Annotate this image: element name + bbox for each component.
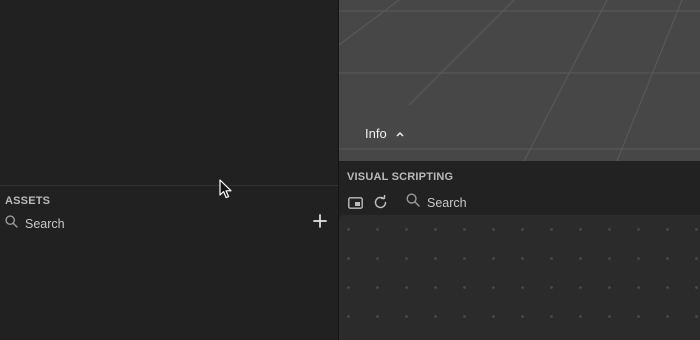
assets-search[interactable]: Search <box>5 215 65 233</box>
assets-title: ASSETS <box>5 195 51 207</box>
refresh-icon[interactable] <box>372 195 388 211</box>
picture-in-picture-icon[interactable] <box>347 195 363 211</box>
info-label: Info <box>365 126 387 141</box>
info-toggle[interactable]: Info <box>365 126 404 141</box>
visual-scripting-panel: VISUAL SCRIPTING Search <box>339 161 700 340</box>
assets-search-input[interactable]: Search <box>25 217 65 231</box>
visual-scripting-search-input[interactable]: Search <box>427 196 467 210</box>
visual-scripting-search[interactable]: Search <box>406 193 467 212</box>
plus-icon[interactable] <box>313 214 327 228</box>
scene-viewport[interactable]: Info <box>339 0 700 161</box>
visual-scripting-toolbar: Search <box>347 193 467 212</box>
search-icon <box>5 215 18 233</box>
panel-splitter[interactable] <box>338 0 339 340</box>
visual-scripting-title: VISUAL SCRIPTING <box>347 171 454 183</box>
chevron-up-icon <box>396 131 404 137</box>
hierarchy-panel <box>0 0 338 185</box>
search-icon <box>406 193 420 212</box>
node-graph-canvas[interactable] <box>339 215 700 340</box>
assets-panel: ASSETS Search <box>0 185 338 340</box>
